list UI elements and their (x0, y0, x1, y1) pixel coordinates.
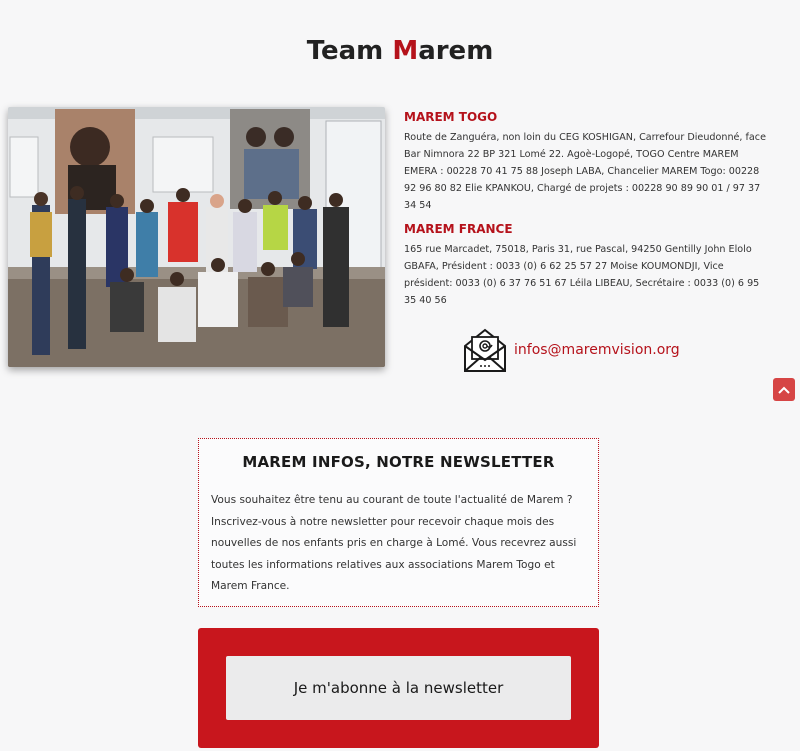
subscribe-newsletter-button[interactable]: Je m'abonne à la newsletter (226, 656, 571, 720)
team-photo-illustration (8, 107, 385, 367)
envelope-at-icon (464, 328, 506, 372)
email-contact: infos@maremvision.org (462, 326, 680, 374)
france-heading: MAREM FRANCE (404, 222, 513, 236)
chevron-up-icon (778, 386, 790, 394)
email-link[interactable]: infos@maremvision.org (514, 342, 680, 358)
france-address: 165 rue Marcadet, 75018, Paris 31, rue P… (404, 244, 760, 306)
togo-address: Route de Zanguéra, non loin du CEG KOSHI… (404, 132, 766, 211)
newsletter-heading: MAREM INFOS, NOTRE NEWSLETTER (242, 453, 555, 471)
page-title: Team Marem (0, 36, 800, 66)
subscribe-section: Je m'abonne à la newsletter (198, 628, 599, 748)
newsletter-description: Vous souhaitez être tenu au courant de t… (211, 494, 577, 592)
title-part-1: Team (306, 36, 393, 66)
title-accent-letter: M (392, 36, 419, 66)
newsletter-box: MAREM INFOS, NOTRE NEWSLETTER Vous souha… (198, 438, 599, 607)
togo-heading: MAREM TOGO (404, 110, 498, 124)
page: Team Marem MAREM TOGO Route de Zanguéra,… (0, 0, 800, 751)
contact-section: MAREM TOGO Route de Zanguéra, non loin d… (404, 110, 774, 309)
title-part-3: arem (418, 36, 494, 66)
scroll-to-top-button[interactable] (773, 378, 795, 401)
team-photo (8, 107, 385, 367)
